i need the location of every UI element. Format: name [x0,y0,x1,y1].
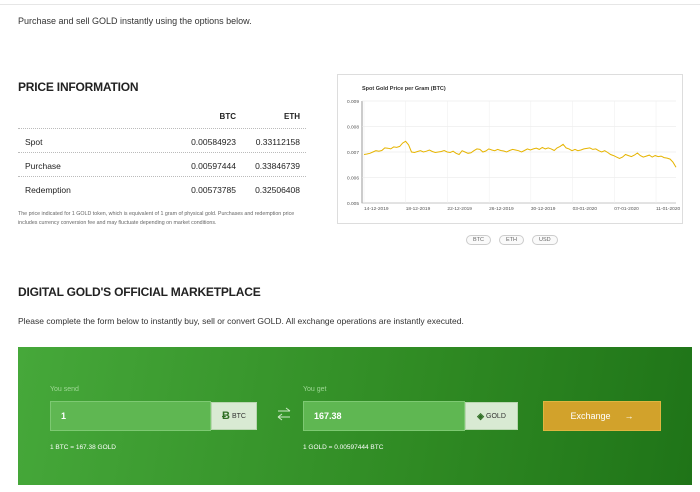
top-divider [0,0,700,5]
y-tick-label: 0.008 [347,125,359,131]
send-amount-input[interactable]: 1 [50,401,211,431]
btc-value: 0.00584923 [191,137,236,147]
get-currency-selector[interactable]: ◈ GOLD [465,402,518,430]
x-tick-label: 07-01-2020 [614,206,639,212]
exchange-button-label: Exchange [570,411,611,421]
x-tick-label: 30-12-2019 [531,206,556,212]
price-row-spot: Spot 0.00584923 0.33112158 [18,128,306,152]
chart-btn-usd[interactable]: USD [532,235,558,245]
price-row-purchase: Purchase 0.00597444 0.33846739 [18,152,306,176]
exchange-button[interactable]: Exchange → [543,401,661,431]
chart-series-line [363,140,677,168]
row-label: Spot [25,137,43,147]
x-tick-label: 18-12-2019 [406,206,431,212]
col-header-eth: ETH [284,112,300,121]
x-tick-label: 14-12-2019 [364,206,389,212]
chart-btn-eth[interactable]: ETH [499,235,524,245]
send-currency-label: BTC [231,412,246,420]
price-row-redemption: Redemption 0.00573785 0.32506408 [18,176,306,200]
eth-value: 0.33112158 [255,137,300,147]
swap-arrows-icon[interactable] [276,407,292,421]
marketplace-title: DIGITAL GOLD'S OFFICIAL MARKETPLACE [18,285,261,299]
row-label: Redemption [25,185,71,195]
chart-currency-buttons: BTC ETH USD [466,235,558,245]
chart-btn-btc[interactable]: BTC [466,235,491,245]
y-tick-label: 0.007 [347,150,359,156]
arrow-right-icon: → [624,411,634,421]
bitcoin-icon: Ƀ [222,410,230,422]
get-label: You get [303,386,327,393]
send-label: You send [50,386,79,393]
price-table-header: BTC ETH [18,108,306,128]
send-rate-text: 1 BTC = 167.38 GOLD [50,444,116,451]
get-currency-label: GOLD [486,412,506,420]
x-tick-label: 26-12-2019 [489,206,514,212]
row-label: Purchase [25,161,61,171]
exchange-panel: You send 1 Ƀ BTC You get 167.38 ◈ GOLD 1… [18,347,692,485]
marketplace-description: Please complete the form below to instan… [18,316,464,326]
col-header-btc: BTC [219,112,236,121]
btc-value: 0.00597444 [191,161,236,171]
y-tick-label: 0.005 [347,201,359,207]
chart-title: Spot Gold Price per Gram (BTC) [362,86,446,92]
gold-icon: ◈ [477,410,485,421]
get-amount-input[interactable]: 167.38 [303,401,465,431]
get-rate-text: 1 GOLD = 0.00597444 BTC [303,444,384,451]
x-tick-label: 11-01-2020 [656,206,681,212]
send-currency-selector[interactable]: Ƀ BTC [211,402,257,430]
y-tick-label: 0.009 [347,99,359,105]
price-table: BTC ETH Spot 0.00584923 0.33112158 Purch… [18,108,306,228]
price-note: The price indicated for 1 GOLD token, wh… [18,211,295,226]
intro-text: Purchase and sell GOLD instantly using t… [18,16,252,26]
chart-svg: Spot Gold Price per Gram (BTC) 0.009 0.00… [347,86,681,212]
btc-value: 0.00573785 [191,185,236,195]
spot-price-chart: Spot Gold Price per Gram (BTC) 0.009 0.00… [337,74,683,224]
x-tick-label: 03-01-2020 [573,206,598,212]
price-info-title: PRICE INFORMATION [18,80,139,94]
eth-value: 0.33846739 [255,161,300,171]
y-tick-label: 0.006 [347,176,359,182]
x-tick-label: 22-12-2019 [447,206,472,212]
eth-value: 0.32506408 [255,185,300,195]
